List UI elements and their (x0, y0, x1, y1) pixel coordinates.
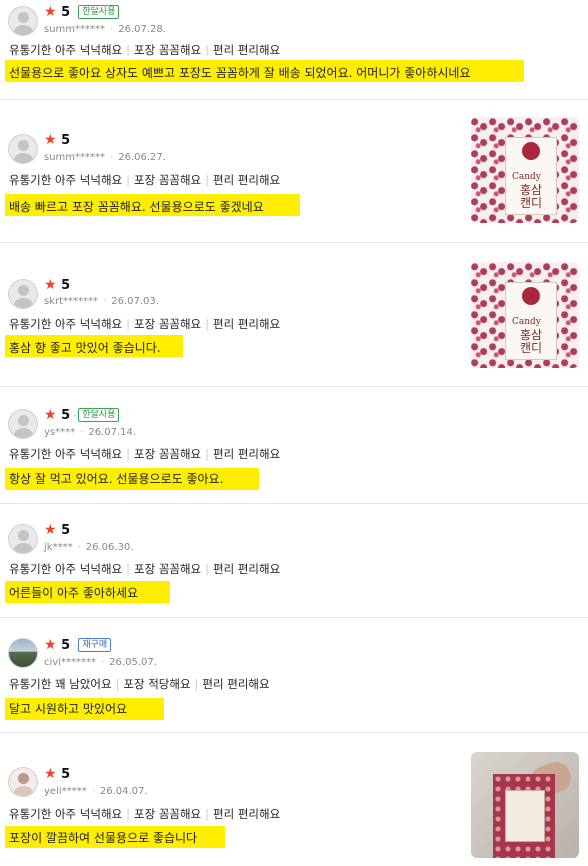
rating: ★ 5 (44, 132, 71, 148)
username: summ****** (44, 24, 106, 35)
default-avatar-icon (8, 134, 38, 164)
user-avatar (8, 638, 38, 668)
username: yeli***** (44, 786, 87, 797)
review-meta: summ****** · 26.07.28. (44, 24, 166, 35)
review-meta: skrt******* · 26.07.03. (44, 296, 159, 307)
rating: ★ 5 (44, 277, 71, 293)
review-text: 달고 시원하고 맛있어요 (9, 702, 128, 716)
review-text: 항상 잘 먹고 있어요. 선물용으로도 좋아요. (9, 472, 224, 486)
review-date: 26.06.27. (118, 152, 166, 163)
review-tags: 유통기한 아주 넉넉해요 | 포장 꼼꼼해요 | 편리 편리해요 (9, 173, 281, 187)
review-text: 어른들이 아주 좋아하세요 (9, 586, 139, 600)
username: civi******* (44, 657, 96, 668)
review-meta: ys**** · 26.07.14. (44, 427, 137, 438)
review-date: 26.06.30. (85, 542, 134, 553)
review-tags: 유통기한 아주 넉넉해요 | 포장 꼼꼼해요 | 편리 편리해요 (9, 447, 281, 461)
username: jk**** (44, 542, 73, 553)
review-date: 26.07.28. (118, 24, 166, 35)
default-avatar-icon (8, 409, 38, 439)
review-item: ★ 5 jk**** · 26.06.30. 유통기한 아주 넉넉해요 | 포장 꼼꼼해… (0, 504, 588, 618)
star-icon: ★ (44, 4, 57, 20)
star-icon: ★ (44, 407, 57, 423)
user-avatar (8, 767, 38, 797)
review-text: 홍삼 향 좋고 맛있어 좋습니다. (9, 341, 161, 355)
review-tags: 유통기한 아주 넉넉해요 | 포장 꼼꼼해요 | 편리 편리해요 (9, 562, 281, 576)
review-tags: 유통기한 아주 넉넉해요 | 포장 꼼꼼해요 | 편리 편리해요 (9, 807, 281, 821)
review-meta: jk**** · 26.06.30. (44, 542, 134, 553)
review-photo-thumbnail[interactable] (471, 752, 579, 858)
review-tags: 유통기한 아주 넉넉해요 | 포장 꼼꼼해요 | 편리 편리해요 (9, 317, 281, 331)
rating: ★ 5 (44, 766, 71, 782)
default-avatar-icon (8, 6, 38, 36)
star-icon: ★ (44, 637, 57, 653)
star-icon: ★ (44, 132, 57, 148)
review-item: ★ 5 skrt******* · 26.07.03. 유통기한 아주 넉넉해요 | 포… (0, 243, 588, 387)
review-meta: yeli***** · 26.04.07. (44, 786, 148, 797)
review-date: 26.04.07. (99, 786, 148, 797)
rating: ★ 5 · 한달사용 (44, 4, 120, 20)
review-item: ★ 5 summ****** · 26.06.27. 유통기한 아주 넉넉해요 | 포장… (0, 100, 588, 243)
review-tags: 유통기한 아주 넉넉해요 | 포장 꼼꼼해요 | 편리 편리해요 (9, 43, 281, 57)
review-item: ★ 5 · 재구매 civi******* · 26.05.07. 유통기한 꽤 남았어… (0, 618, 588, 733)
review-item: ★ 5 · 한달사용 summ****** · 26.07.28. 유통기한 아주 넉넉… (0, 0, 588, 100)
rating: ★ 5 · 재구매 (44, 637, 112, 653)
username: summ****** (44, 152, 106, 163)
star-icon: ★ (44, 522, 57, 538)
review-date: 26.07.03. (111, 296, 159, 307)
star-icon: ★ (44, 277, 57, 293)
review-meta: civi******* · 26.05.07. (44, 657, 157, 668)
repurchase-badge: 재구매 (78, 638, 112, 652)
review-text: 배송 빠르고 포장 꼼꼼해요. 선물용으로도 좋겠네요 (9, 200, 264, 214)
star-icon: ★ (44, 766, 57, 782)
username: ys**** (44, 427, 76, 438)
usage-badge: 한달사용 (78, 5, 120, 19)
rating: ★ 5 · 한달사용 (44, 407, 120, 423)
review-tags: 유통기한 꽤 남았어요 | 포장 적당해요 | 편리 편리해요 (9, 677, 270, 691)
default-avatar-icon (8, 524, 38, 554)
review-meta: summ****** · 26.06.27. (44, 152, 166, 163)
review-date: 26.05.07. (109, 657, 157, 668)
review-date: 26.07.14. (88, 427, 137, 438)
rating: ★ 5 (44, 522, 71, 538)
review-item: ★ 5 yeli***** · 26.04.07. 유통기한 아주 넉넉해요 | 포장 … (0, 733, 588, 866)
review-text: 선물용으로 좋아요 상자도 예쁘고 포장도 꼼꼼하게 잘 배송 되었어요. 어머… (9, 66, 471, 80)
username: skrt******* (44, 296, 99, 307)
usage-badge: 한달사용 (78, 408, 120, 422)
review-item: ★ 5 · 한달사용 ys**** · 26.07.14. 유통기한 아주 넉넉해요 | 포… (0, 387, 588, 504)
review-photo-thumbnail[interactable]: Candy 홍삼 캔디 (471, 262, 579, 368)
default-avatar-icon (8, 279, 38, 309)
review-photo-thumbnail[interactable]: Candy 홍삼 캔디 (471, 117, 579, 223)
review-text: 포장이 깔끔하여 선물용으로 좋습니다 (9, 831, 198, 845)
